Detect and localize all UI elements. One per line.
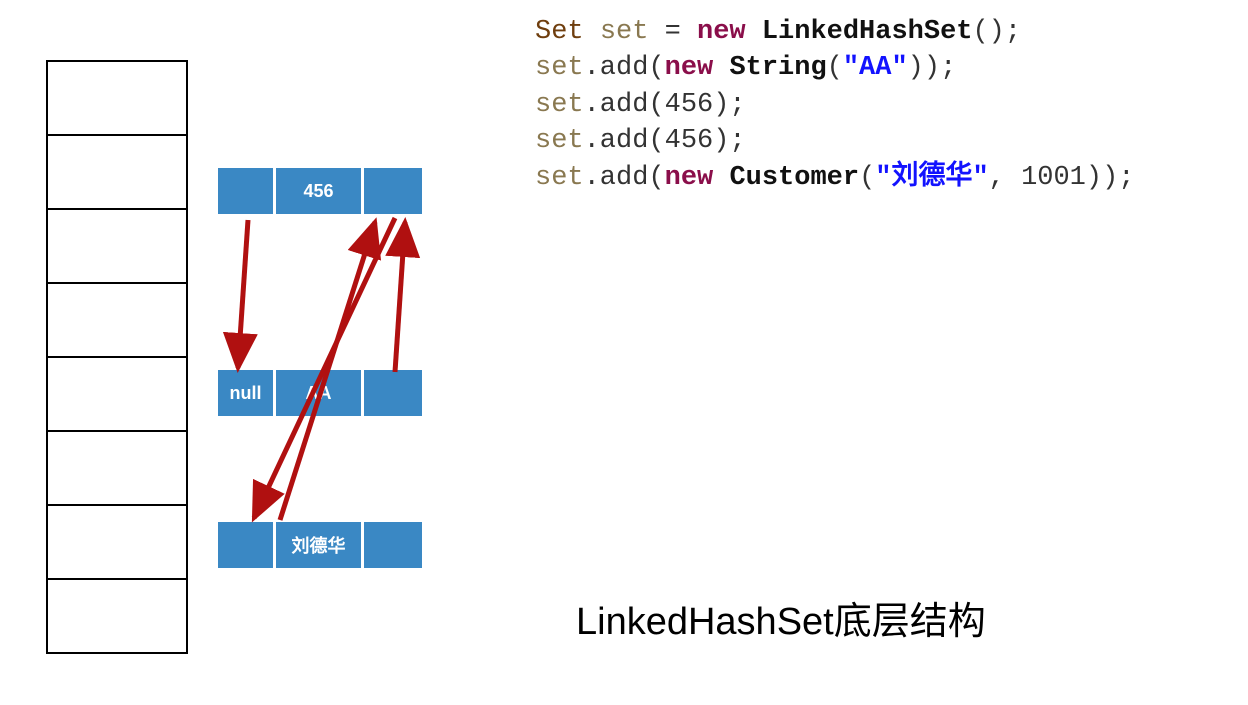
token-class: LinkedHashSet	[762, 17, 973, 47]
token-var: set	[535, 126, 584, 156]
node-next	[364, 370, 422, 416]
token-method: .add(	[584, 163, 665, 193]
bucket-cell	[46, 504, 188, 580]
node-next	[364, 522, 422, 568]
bucket-cell	[46, 578, 188, 654]
token-new: new	[697, 17, 746, 47]
token-string: "AA"	[843, 53, 908, 83]
bucket-cell	[46, 60, 188, 136]
token-var: set	[535, 53, 584, 83]
node-prev	[218, 522, 276, 568]
hash-bucket-table	[46, 60, 188, 652]
node-data: 刘德华	[276, 522, 364, 568]
bucket-cell	[46, 208, 188, 284]
bucket-cell	[46, 430, 188, 506]
bucket-cell	[46, 282, 188, 358]
token-number: 456	[665, 90, 714, 120]
node-next	[364, 168, 422, 214]
token-var: set	[535, 163, 584, 193]
token-new: new	[665, 163, 714, 193]
token-number: 1001	[1021, 163, 1086, 193]
token-number: 456	[665, 126, 714, 156]
node-data: 456	[276, 168, 364, 214]
node-456: 456	[218, 168, 422, 214]
node-data: AA	[276, 370, 364, 416]
token-method: .add(	[584, 53, 665, 83]
node-liudehua: 刘德华	[218, 522, 422, 568]
node-aa: null AA	[218, 370, 422, 416]
token-string: "刘德华"	[875, 163, 988, 193]
token-type: Set	[535, 17, 584, 47]
token-method: .add(	[584, 126, 665, 156]
token-new: new	[665, 53, 714, 83]
node-prev	[218, 168, 276, 214]
token-class: String	[729, 53, 826, 83]
diagram-caption: LinkedHashSet底层结构	[576, 590, 986, 645]
token-method: .add(	[584, 90, 665, 120]
bucket-cell	[46, 134, 188, 210]
bucket-cell	[46, 356, 188, 432]
token-var: set	[600, 17, 649, 47]
node-prev: null	[218, 370, 276, 416]
code-block: Set set = new LinkedHashSet(); set.add(n…	[535, 14, 1135, 196]
token-var: set	[535, 90, 584, 120]
token-class: Customer	[729, 163, 859, 193]
